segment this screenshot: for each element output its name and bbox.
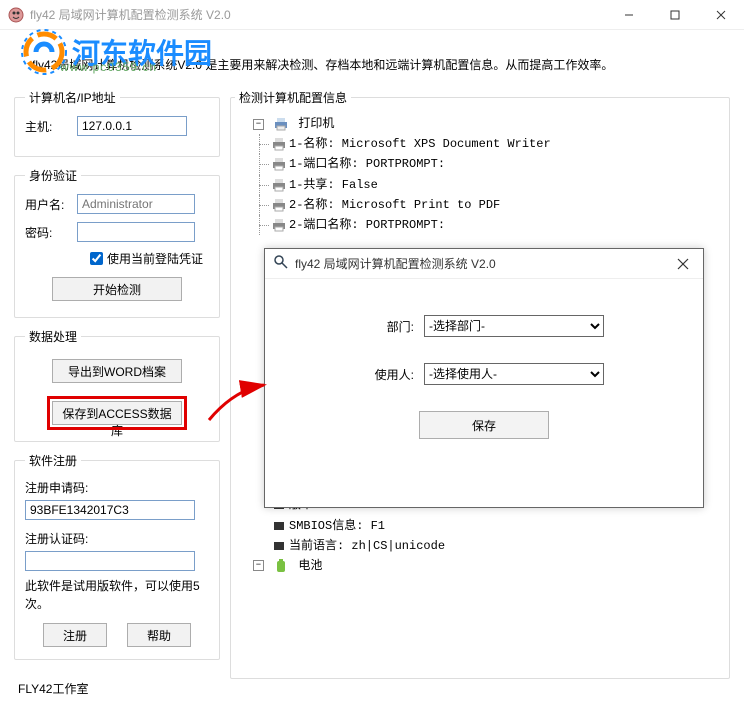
printer-icon: [273, 117, 289, 131]
trial-note: 此软件是试用版软件，可以使用5次。: [25, 577, 209, 613]
host-legend: 计算机名/IP地址: [25, 89, 120, 106]
tree-item[interactable]: 2-名称: Microsoft Print to PDF: [253, 195, 725, 215]
intro-text: fly42局域网计算机检测系统V2.0 是主要用来解决检测、存档本地和远端计算机…: [32, 56, 730, 73]
start-detect-button[interactable]: 开始检测: [52, 277, 182, 301]
chip-icon: [271, 519, 287, 533]
main-titlebar: fly42 局域网计算机配置检测系统 V2.0: [0, 0, 744, 30]
dept-select[interactable]: -选择部门-: [424, 315, 604, 337]
dialog-close-button[interactable]: [663, 249, 703, 279]
host-group: 计算机名/IP地址 主机:: [14, 89, 220, 157]
collapse-icon[interactable]: −: [253, 560, 264, 571]
username-input[interactable]: [77, 194, 195, 214]
window-title: fly42 局域网计算机配置检测系统 V2.0: [30, 6, 606, 23]
chip-icon: [271, 539, 287, 553]
footer-label: FLY42工作室: [18, 680, 220, 697]
register-button[interactable]: 注册: [43, 623, 107, 647]
dept-label: 部门:: [364, 318, 414, 335]
tree-item[interactable]: 2-端口名称: PORTPROMPT:: [253, 215, 725, 235]
host-input[interactable]: [77, 116, 187, 136]
user-select[interactable]: -选择使用人-: [424, 363, 604, 385]
save-access-button[interactable]: 保存到ACCESS数据库: [52, 401, 182, 425]
maximize-button[interactable]: [652, 0, 698, 30]
tree-item[interactable]: 当前语言: zh|CS|unicode: [235, 536, 725, 556]
save-dialog: fly42 局域网计算机配置检测系统 V2.0 部门: -选择部门- 使用人: …: [264, 248, 704, 508]
register-legend: 软件注册: [25, 452, 81, 469]
minimize-button[interactable]: [606, 0, 652, 30]
close-button[interactable]: [698, 0, 744, 30]
password-input[interactable]: [77, 222, 195, 242]
battery-icon: [273, 559, 289, 573]
dialog-title: fly42 局域网计算机配置检测系统 V2.0: [295, 255, 663, 272]
password-label: 密码:: [25, 224, 71, 241]
tree-item[interactable]: SMBIOS信息: F1: [235, 516, 725, 536]
printer-icon: [271, 198, 287, 212]
app-icon: [8, 7, 24, 23]
data-group: 数据处理 导出到WORD档案 保存到ACCESS数据库: [14, 328, 220, 442]
tree-label: 打印机: [298, 117, 334, 131]
username-label: 用户名:: [25, 196, 71, 213]
tree-item[interactable]: 1-名称: Microsoft XPS Document Writer: [253, 134, 725, 154]
collapse-icon[interactable]: −: [253, 119, 264, 130]
dialog-titlebar[interactable]: fly42 局域网计算机配置检测系统 V2.0: [265, 249, 703, 279]
tree-item[interactable]: 1-共享: False: [253, 175, 725, 195]
tree-item[interactable]: 1-端口名称: PORTPROMPT:: [253, 154, 725, 174]
reg-apply-label: 注册申请码:: [25, 479, 209, 496]
config-info-legend: 检测计算机配置信息: [235, 89, 351, 106]
tree-battery-root[interactable]: − 电池: [235, 556, 725, 576]
export-word-button[interactable]: 导出到WORD档案: [52, 359, 182, 383]
printer-icon: [271, 157, 287, 171]
reg-confirm-label: 注册认证码:: [25, 530, 209, 547]
user-label: 使用人:: [364, 366, 414, 383]
dialog-save-button[interactable]: 保存: [419, 411, 549, 439]
reg-apply-input[interactable]: [25, 500, 195, 520]
auth-legend: 身份验证: [25, 167, 81, 184]
printer-icon: [271, 137, 287, 151]
register-group: 软件注册 注册申请码: 注册认证码: 此软件是试用版软件，可以使用5次。 注册 …: [14, 452, 220, 660]
reg-confirm-input[interactable]: [25, 551, 195, 571]
use-current-creds-label: 使用当前登陆凭证: [107, 250, 203, 267]
tree-printer-root[interactable]: − 打印机 1-名称: Microsoft XPS Document Write…: [235, 114, 725, 235]
help-button[interactable]: 帮助: [127, 623, 191, 647]
printer-icon: [271, 178, 287, 192]
data-legend: 数据处理: [25, 328, 81, 345]
auth-group: 身份验证 用户名: 密码: 使用当前登陆凭证 开始检测: [14, 167, 220, 318]
host-label: 主机:: [25, 118, 71, 135]
use-current-creds-checkbox[interactable]: [90, 252, 103, 265]
search-icon: [273, 254, 289, 273]
printer-icon: [271, 218, 287, 232]
